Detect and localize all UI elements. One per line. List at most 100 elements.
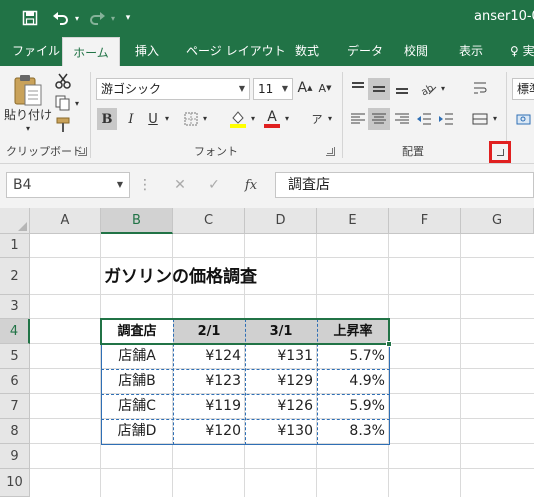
tab-file[interactable]: ファイル <box>12 36 60 66</box>
underline-dropdown-icon[interactable]: ▾ <box>163 112 171 124</box>
name-box[interactable]: B4 ▼ <box>6 172 130 198</box>
font-color-dropdown-icon[interactable]: ▾ <box>283 112 291 124</box>
column-header-g[interactable]: G <box>461 208 534 234</box>
copy-icon[interactable] <box>54 94 72 112</box>
number-format-combo[interactable]: 標準 <box>512 78 534 100</box>
gridline <box>460 234 461 497</box>
formula-bar: B4 ▼ ⋮ ✕ ✓ fx 調査店 <box>0 164 534 208</box>
orientation-dropdown-icon[interactable]: ▾ <box>439 82 447 94</box>
phonetic-icon: ア <box>311 113 323 126</box>
clipboard-launcher-icon[interactable] <box>78 147 87 156</box>
copy-dropdown-icon[interactable]: ▾ <box>73 98 81 108</box>
paste-icon[interactable] <box>8 72 48 108</box>
cancel-button[interactable]: ✕ <box>170 176 190 194</box>
undo-icon[interactable] <box>50 8 72 28</box>
column-header-d[interactable]: D <box>245 208 317 234</box>
currency-format-icon[interactable] <box>514 108 534 130</box>
insert-function-button[interactable]: fx <box>240 176 262 194</box>
phonetic-dropdown-icon[interactable]: ▾ <box>326 112 334 124</box>
drag-handle-icon[interactable]: ⋮ <box>138 176 152 194</box>
wrap-text-icon[interactable] <box>470 78 490 98</box>
alignment-group-label: 配置 <box>402 145 424 158</box>
borders-dropdown-icon[interactable]: ▾ <box>201 112 209 124</box>
tab-tell-me[interactable]: ♀ 実 <box>510 36 534 66</box>
font-color-button[interactable]: A <box>262 108 282 130</box>
dialog-launcher-icon <box>497 149 504 156</box>
group-divider <box>342 72 343 158</box>
grow-font-icon: A <box>297 80 308 96</box>
formula-content: 調査店 <box>288 177 330 193</box>
column-header-f[interactable]: F <box>389 208 461 234</box>
tab-formulas[interactable]: 数式 <box>295 36 319 66</box>
customize-icon[interactable]: ▾ <box>122 8 134 28</box>
row-header-2[interactable]: 2 <box>0 258 30 295</box>
redo-dropdown-icon[interactable]: ▾ <box>108 8 118 28</box>
align-middle-icon[interactable] <box>368 78 390 100</box>
gridline <box>30 468 534 469</box>
row-header-9[interactable]: 9 <box>0 444 30 469</box>
row-header-6[interactable]: 6 <box>0 369 30 394</box>
font-launcher-icon[interactable] <box>326 147 335 156</box>
font-size-combo[interactable]: 11 ▼ <box>253 78 293 100</box>
phonetic-button[interactable]: ア <box>308 108 326 130</box>
merge-center-icon[interactable] <box>470 108 490 130</box>
merge-dropdown-icon[interactable]: ▾ <box>491 112 499 124</box>
italic-button[interactable]: I <box>121 108 141 130</box>
chevron-down-icon[interactable]: ▼ <box>117 173 123 197</box>
row-header-7[interactable]: 7 <box>0 394 30 419</box>
undo-dropdown-icon[interactable]: ▾ <box>72 8 82 28</box>
decrease-indent-icon[interactable] <box>414 108 434 130</box>
format-painter-icon[interactable] <box>54 116 72 134</box>
increase-indent-icon[interactable] <box>436 108 456 130</box>
chevron-down-icon[interactable]: ▼ <box>239 79 245 99</box>
row-header-5[interactable]: 5 <box>0 344 30 369</box>
select-all-button[interactable] <box>0 208 30 234</box>
grow-font-button[interactable]: A ▲ <box>297 78 313 98</box>
paste-dropdown-icon[interactable]: ▾ <box>22 124 34 133</box>
orientation-icon[interactable]: ab <box>418 78 438 98</box>
column-header-b[interactable]: B <box>101 208 173 234</box>
selection-range <box>100 318 390 345</box>
column-header-c[interactable]: C <box>173 208 245 234</box>
sheet-title[interactable]: ガソリンの価格調査 <box>104 263 257 291</box>
tab-home[interactable]: ホーム <box>62 37 120 66</box>
tab-view[interactable]: 表示 <box>459 36 483 66</box>
alignment-launcher-button[interactable] <box>489 141 511 163</box>
fill-color-dropdown-icon[interactable]: ▾ <box>249 112 257 124</box>
column-header-a[interactable]: A <box>30 208 101 234</box>
column-header-e[interactable]: E <box>317 208 389 234</box>
formula-input[interactable]: 調査店 <box>275 172 534 198</box>
row-header-10[interactable]: 10 <box>0 469 30 497</box>
align-left-icon[interactable] <box>348 108 368 130</box>
shrink-font-button[interactable]: A ▼ <box>318 78 332 98</box>
paste-button[interactable]: 貼り付け <box>4 106 52 122</box>
row-header-4[interactable]: 4 <box>0 319 30 344</box>
font-name-combo[interactable]: 游ゴシック ▼ <box>96 78 250 100</box>
font-color-swatch <box>264 124 280 128</box>
row-header-3[interactable]: 3 <box>0 295 30 319</box>
enter-button[interactable]: ✓ <box>204 176 224 194</box>
bold-button[interactable]: B <box>97 108 117 130</box>
fill-color-icon[interactable] <box>228 108 248 130</box>
align-bottom-icon[interactable] <box>392 78 412 98</box>
tab-review[interactable]: 校閲 <box>404 36 428 66</box>
row-header-8[interactable]: 8 <box>0 419 30 444</box>
tab-insert[interactable]: 挿入 <box>135 36 159 66</box>
worksheet-grid[interactable]: A B C D E F G 1 2 3 4 5 6 7 8 9 10 ガソリンの… <box>0 208 534 497</box>
underline-button[interactable]: U <box>144 108 162 130</box>
fill-handle[interactable] <box>386 341 392 347</box>
borders-icon[interactable] <box>182 110 200 128</box>
redo-icon[interactable] <box>86 8 108 28</box>
shrink-font-icon: A <box>318 81 327 95</box>
save-icon[interactable] <box>20 8 40 28</box>
font-name-value: 游ゴシック <box>101 82 162 96</box>
align-top-icon[interactable] <box>348 78 368 98</box>
align-center-icon[interactable] <box>368 108 390 130</box>
cut-icon[interactable] <box>54 72 72 90</box>
tab-page-layout[interactable]: ページ レイアウト <box>186 36 286 66</box>
chevron-down-icon[interactable]: ▼ <box>282 79 288 99</box>
ribbon: 貼り付け ▾ ▾ クリップボード 游ゴシック ▼ 11 ▼ A ▲ A ▼ B I … <box>0 66 534 164</box>
align-right-icon[interactable] <box>392 108 412 130</box>
tab-data[interactable]: データ <box>347 36 383 66</box>
row-header-1[interactable]: 1 <box>0 234 30 258</box>
